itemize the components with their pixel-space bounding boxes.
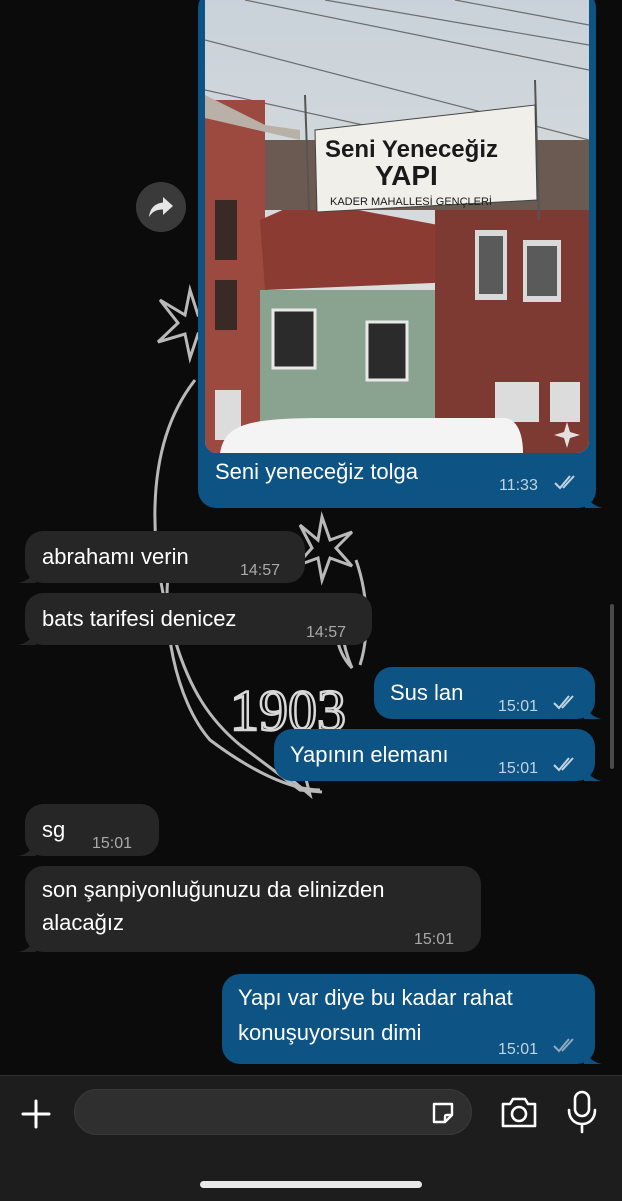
message-text-line: konuşuyorsun dimi: [238, 1020, 422, 1045]
message-time: 15:01: [498, 760, 539, 777]
outgoing-message-bubble[interactable]: Yapının elemanı 15:01: [274, 729, 602, 781]
chat-area[interactable]: 1903 Seni Yeneceğiz YAPI KADER MAHALLESİ…: [0, 0, 622, 1075]
message-time: 15:01: [498, 698, 539, 715]
forward-button[interactable]: [136, 182, 186, 232]
forward-arrow-icon: [149, 197, 173, 217]
message-time: 14:57: [240, 562, 281, 579]
banner-line-2: YAPI: [375, 160, 438, 191]
outgoing-message-bubble[interactable]: Yapı var diye bu kadar rahat konuşuyorsu…: [222, 974, 602, 1064]
banner-line-3: KADER MAHALLESİ GENÇLERİ: [330, 195, 492, 208]
sticker-icon[interactable]: [429, 1099, 457, 1127]
read-ticks-icon: [554, 475, 575, 490]
microphone-icon[interactable]: [560, 1088, 604, 1136]
read-ticks-icon: [553, 757, 574, 772]
incoming-message-bubble[interactable]: bats tarifesi denicez 14:57: [18, 593, 372, 645]
message-time: 15:01: [92, 835, 133, 852]
outgoing-message-bubble[interactable]: Sus lan 15:01: [374, 667, 602, 719]
message-time: 15:01: [414, 931, 455, 948]
message-text: Yapının elemanı: [290, 742, 449, 767]
read-ticks-icon: [553, 695, 574, 710]
message-text: abrahamı verin: [42, 544, 189, 569]
message-input[interactable]: [91, 1090, 415, 1136]
message-text-line: son şanpiyonluğunuzu da elinizden: [42, 877, 385, 902]
photo-image[interactable]: Seni Yeneceğiz YAPI KADER MAHALLESİ GENÇ…: [205, 0, 589, 453]
chat-scrollbar[interactable]: [610, 604, 614, 769]
message-text-line: Yapı var diye bu kadar rahat: [238, 985, 513, 1010]
photo-caption: Seni yeneceğiz tolga: [215, 459, 419, 484]
message-time: 15:01: [498, 1041, 539, 1058]
delivered-ticks-icon: [553, 1038, 574, 1053]
camera-icon[interactable]: [497, 1090, 541, 1134]
incoming-message-bubble[interactable]: sg 15:01: [18, 804, 159, 856]
banner-line-1: Seni Yeneceğiz: [325, 136, 498, 163]
message-input-field[interactable]: [74, 1089, 472, 1136]
incoming-message-bubble[interactable]: abrahamı verin 14:57: [18, 531, 305, 583]
attach-button[interactable]: [14, 1092, 58, 1136]
message-time: 11:33: [499, 477, 538, 494]
photo-message-bubble[interactable]: Seni Yeneceğiz YAPI KADER MAHALLESİ GENÇ…: [198, 0, 603, 508]
message-time: 14:57: [306, 624, 347, 641]
message-text: bats tarifesi denicez: [42, 606, 237, 631]
plus-icon: [21, 1099, 51, 1129]
incoming-message-bubble[interactable]: son şanpiyonluğunuzu da elinizden alacağ…: [18, 866, 481, 952]
message-text: sg: [42, 817, 66, 842]
message-text-line: alacağız: [42, 910, 124, 935]
message-text: Sus lan: [390, 680, 464, 705]
home-indicator[interactable]: [200, 1181, 422, 1188]
